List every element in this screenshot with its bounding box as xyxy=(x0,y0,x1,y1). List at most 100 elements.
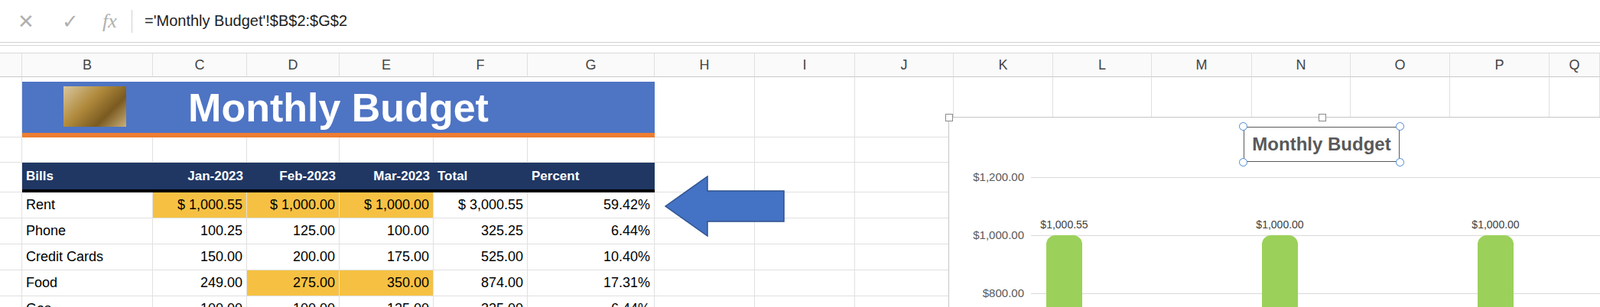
bill-label-cell[interactable]: Gas xyxy=(22,296,153,307)
value-cell[interactable]: 10.40% xyxy=(527,244,655,271)
column-header[interactable]: H xyxy=(654,52,755,78)
plot-area[interactable]: $1,000.55 $1,000.00 $1,000.00 xyxy=(1030,177,1600,307)
table-header-cell[interactable]: Bills xyxy=(22,162,153,193)
empty-cell[interactable] xyxy=(152,137,248,163)
table-header-cell[interactable]: Feb-2023 xyxy=(247,162,340,193)
empty-cell[interactable] xyxy=(855,244,954,271)
resize-handle[interactable] xyxy=(945,113,953,122)
row-header[interactable] xyxy=(0,244,23,271)
column-chart[interactable]: Monthly Budget $1,200.00$1,000.00$800.00… xyxy=(948,117,1600,307)
data-label[interactable]: $1,000.00 xyxy=(1471,218,1519,231)
column-header[interactable]: G xyxy=(527,52,655,78)
bill-label-cell[interactable]: Food xyxy=(22,270,153,297)
row-header[interactable] xyxy=(0,192,23,219)
value-cell[interactable]: $ 3,000.55 xyxy=(433,192,528,219)
value-cell[interactable]: 6.44% xyxy=(527,218,655,245)
empty-cell[interactable] xyxy=(754,270,856,297)
empty-cell[interactable] xyxy=(855,137,954,163)
empty-cell[interactable] xyxy=(855,192,954,219)
value-cell[interactable]: 325.00 xyxy=(433,296,528,307)
empty-cell[interactable] xyxy=(855,270,954,297)
column-header[interactable]: I xyxy=(754,52,856,78)
value-cell[interactable]: 150.00 xyxy=(152,244,248,271)
empty-cell[interactable] xyxy=(855,218,954,245)
column-header[interactable]: D xyxy=(247,52,340,78)
empty-cell[interactable] xyxy=(654,270,755,297)
enter-button[interactable]: ✓ xyxy=(55,9,86,33)
formula-input[interactable]: ='Monthly Budget'!$B$2:$G$2 xyxy=(144,12,348,30)
row-header[interactable] xyxy=(0,270,23,297)
empty-cell[interactable] xyxy=(754,218,856,245)
empty-cell[interactable] xyxy=(754,162,856,193)
column-header[interactable]: K xyxy=(953,52,1054,78)
corner-cell[interactable] xyxy=(0,52,23,78)
coins-photo[interactable] xyxy=(63,86,127,127)
title-handle[interactable] xyxy=(1395,122,1405,131)
bar[interactable] xyxy=(1261,235,1298,307)
empty-cell[interactable] xyxy=(247,137,340,163)
table-header-cell[interactable]: Total xyxy=(433,162,528,193)
value-cell[interactable]: 59.42% xyxy=(527,192,655,219)
empty-cell[interactable] xyxy=(855,77,954,138)
value-cell[interactable]: 175.00 xyxy=(339,244,434,271)
table-header-cell[interactable]: Percent xyxy=(527,162,655,193)
column-header[interactable]: B xyxy=(22,52,153,78)
row-header[interactable] xyxy=(0,296,23,307)
bar[interactable] xyxy=(1477,235,1514,307)
bill-label-cell[interactable]: Credit Cards xyxy=(22,244,153,271)
bill-label-cell[interactable]: Phone xyxy=(22,218,153,245)
empty-cell[interactable] xyxy=(654,244,755,271)
empty-cell[interactable] xyxy=(754,77,856,138)
value-cell[interactable]: 275.00 xyxy=(247,270,340,297)
row-header[interactable] xyxy=(0,77,23,138)
row-header[interactable] xyxy=(0,218,23,245)
empty-cell[interactable] xyxy=(754,137,856,163)
chart-title[interactable]: Monthly Budget xyxy=(1243,126,1399,163)
column-header[interactable]: F xyxy=(433,52,528,78)
value-cell[interactable]: 125.00 xyxy=(339,296,434,307)
title-handle[interactable] xyxy=(1395,158,1405,167)
table-header-cell[interactable]: Mar-2023 xyxy=(339,162,434,193)
row-header[interactable] xyxy=(0,162,23,193)
value-cell[interactable]: 17.31% xyxy=(527,270,655,297)
data-label[interactable]: $1,000.00 xyxy=(1255,218,1304,231)
value-cell[interactable]: 100.25 xyxy=(152,218,248,245)
empty-cell[interactable] xyxy=(754,244,856,271)
empty-cell[interactable] xyxy=(855,296,954,307)
empty-cell[interactable] xyxy=(339,137,434,163)
value-cell[interactable]: 874.00 xyxy=(433,270,528,297)
value-cell[interactable]: 100.00 xyxy=(339,218,434,245)
data-label[interactable]: $1,000.55 xyxy=(1040,218,1088,231)
column-header[interactable]: C xyxy=(152,52,248,78)
value-cell[interactable]: 325.25 xyxy=(433,218,528,245)
column-header[interactable]: O xyxy=(1350,52,1451,78)
empty-cell[interactable] xyxy=(754,296,856,307)
value-cell[interactable]: 125.00 xyxy=(247,218,340,245)
empty-cell[interactable] xyxy=(654,137,755,163)
empty-cell[interactable] xyxy=(654,77,755,138)
value-cell[interactable]: 200.00 xyxy=(247,244,340,271)
value-cell[interactable]: $ 1,000.00 xyxy=(339,192,434,219)
column-header[interactable]: N xyxy=(1252,52,1351,78)
value-cell[interactable]: $ 1,000.55 xyxy=(152,192,248,219)
column-header[interactable]: Q xyxy=(1549,52,1600,78)
column-header[interactable]: J xyxy=(855,52,954,78)
empty-cell[interactable] xyxy=(527,137,655,163)
bar[interactable] xyxy=(1046,235,1083,307)
empty-cell[interactable] xyxy=(855,162,954,193)
value-cell[interactable]: 6.44% xyxy=(527,296,655,307)
value-cell[interactable]: 249.00 xyxy=(152,270,248,297)
title-banner[interactable]: Monthly Budget xyxy=(22,81,655,138)
title-handle[interactable] xyxy=(1239,122,1248,131)
cancel-button[interactable]: ✕ xyxy=(10,9,42,33)
value-cell[interactable]: 100.00 xyxy=(152,296,248,307)
column-header[interactable]: L xyxy=(1053,52,1152,78)
table-header-cell[interactable]: Jan-2023 xyxy=(152,162,248,193)
column-header[interactable]: P xyxy=(1450,52,1550,78)
value-cell[interactable]: $ 1,000.00 xyxy=(247,192,340,219)
empty-cell[interactable] xyxy=(22,137,153,163)
value-cell[interactable]: 350.00 xyxy=(339,270,434,297)
column-header[interactable]: E xyxy=(339,52,434,78)
left-arrow-shape[interactable] xyxy=(664,175,785,238)
resize-handle[interactable] xyxy=(1318,113,1327,122)
